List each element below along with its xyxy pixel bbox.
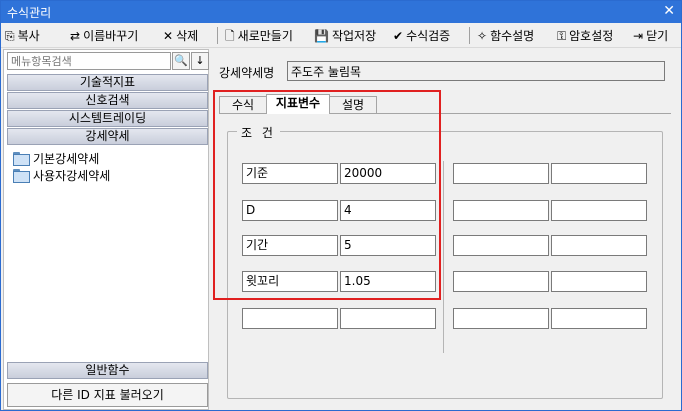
toolbar-separator [217, 27, 218, 44]
menu-search-input[interactable] [7, 52, 171, 70]
variable-value-field[interactable] [551, 235, 647, 256]
variable-name-field[interactable] [242, 308, 338, 329]
variable-value-field[interactable] [551, 200, 647, 221]
formula-name-label: 강세약세명 [219, 66, 275, 80]
tab-indicator-variables[interactable]: 지표변수 [266, 94, 330, 114]
folder-icon [13, 152, 30, 166]
category-general-functions[interactable]: 일반함수 [7, 362, 208, 379]
verify-label: 수식검증 [406, 29, 451, 43]
close-button[interactable]: ⇥ 닫기 [633, 26, 668, 45]
title-bar: 수식관리 ✕ [1, 1, 681, 23]
folder-open-icon [13, 169, 30, 183]
tab-formula[interactable]: 수식 [219, 96, 267, 114]
sidebar: 🔍 ↓ 기술적지표 신호검색 시스템트레이딩 강세약세 기본강세약세 사용자강세… [3, 49, 209, 410]
variable-value-field[interactable]: 1.05 [340, 271, 436, 292]
tree-item-label: 사용자강세약세 [33, 168, 111, 183]
check-icon: ✔ [393, 28, 404, 43]
copy-button[interactable]: ⎘ 복사 [5, 26, 40, 45]
delete-button[interactable]: ✕ 삭제 [163, 26, 198, 45]
category-signal-search[interactable]: 신호검색 [7, 92, 208, 109]
variable-name-field[interactable] [453, 308, 549, 329]
formula-manager-window: 수식관리 ✕ ⎘ 복사 ⇄ 이름바꾸기 ✕ 삭제 🗋 새로만들기 💾 작업저장 … [0, 0, 682, 411]
search-icon[interactable]: 🔍 [172, 52, 190, 70]
save-button[interactable]: 💾 작업저장 [314, 26, 376, 45]
variable-name-field[interactable]: D [242, 200, 338, 221]
toolbar: ⎘ 복사 ⇄ 이름바꾸기 ✕ 삭제 🗋 새로만들기 💾 작업저장 ✔ 수식검증 … [1, 23, 681, 48]
copy-icon: ⎘ [5, 28, 15, 43]
function-help-label: 함수설명 [490, 29, 535, 43]
delete-icon: ✕ [163, 28, 174, 43]
rename-icon: ⇄ [70, 28, 81, 43]
variable-name-field[interactable]: 윗꼬리 [242, 271, 338, 292]
category-technical-indicators[interactable]: 기술적지표 [7, 74, 208, 91]
category-system-trading[interactable]: 시스템트레이딩 [7, 110, 208, 127]
new-button[interactable]: 🗋 새로만들기 [225, 26, 293, 45]
exit-icon: ⇥ [633, 28, 644, 43]
copy-label: 복사 [17, 29, 40, 43]
save-icon: 💾 [314, 28, 329, 43]
magic-wand-icon: ✧ [477, 28, 488, 43]
variable-value-field[interactable] [551, 308, 647, 329]
variable-name-field[interactable] [453, 163, 549, 184]
variable-value-field[interactable] [340, 308, 436, 329]
variable-name-field[interactable]: 기간 [242, 235, 338, 256]
variable-name-field[interactable]: 기준 [242, 163, 338, 184]
new-label: 새로만들기 [237, 29, 293, 43]
window-title: 수식관리 [7, 6, 52, 20]
category-bull-bear[interactable]: 강세약세 [7, 128, 208, 145]
save-label: 작업저장 [331, 29, 377, 43]
conditions-title: 조 건 [237, 124, 280, 141]
tree-item-basic[interactable]: 기본강세약세 [13, 150, 99, 166]
load-other-id-button[interactable]: 다른 ID 지표 불러오기 [7, 383, 208, 407]
formula-tree: 기본강세약세 사용자강세약세 [7, 148, 208, 356]
password-label: 암호설정 [569, 29, 614, 43]
group-divider [443, 161, 444, 353]
variable-name-field[interactable] [453, 235, 549, 256]
variable-value-field[interactable]: 5 [340, 235, 436, 256]
delete-label: 삭제 [176, 29, 199, 43]
toolbar-separator [469, 27, 470, 44]
verify-formula-button[interactable]: ✔ 수식검증 [393, 26, 450, 45]
variable-value-field[interactable]: 20000 [340, 163, 436, 184]
function-help-button[interactable]: ✧ 함수설명 [477, 26, 534, 45]
tree-item-label: 기본강세약세 [33, 151, 100, 166]
formula-name-field[interactable]: 주도주 눌림목 [287, 61, 665, 81]
key-icon: ⚿ [557, 28, 567, 43]
new-document-icon: 🗋 [225, 28, 235, 43]
variable-name-field[interactable] [453, 200, 549, 221]
password-button[interactable]: ⚿ 암호설정 [557, 26, 613, 45]
variable-name-field[interactable] [453, 271, 549, 292]
variable-value-field[interactable] [551, 271, 647, 292]
rename-button[interactable]: ⇄ 이름바꾸기 [70, 26, 138, 45]
close-icon[interactable]: ✕ [663, 3, 675, 19]
tree-item-user[interactable]: 사용자강세약세 [13, 167, 110, 183]
arrow-down-icon[interactable]: ↓ [191, 52, 209, 70]
close-label: 닫기 [646, 29, 669, 43]
rename-label: 이름바꾸기 [83, 29, 139, 43]
variable-value-field[interactable]: 4 [340, 200, 436, 221]
tab-description[interactable]: 설명 [329, 96, 377, 114]
variable-value-field[interactable] [551, 163, 647, 184]
